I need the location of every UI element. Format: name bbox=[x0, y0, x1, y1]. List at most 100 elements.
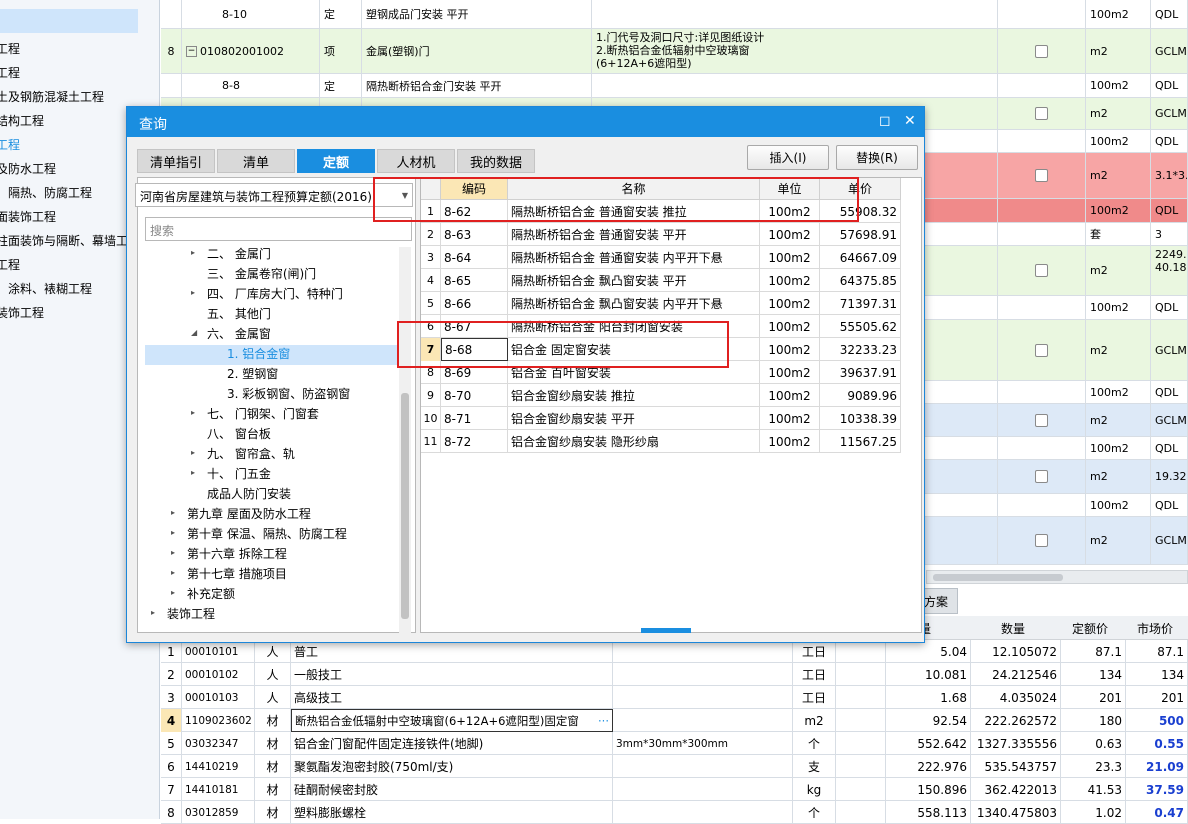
nav-item[interactable]: 工程 bbox=[0, 40, 20, 57]
nav-item[interactable]: 、涂料、裱糊工程 bbox=[0, 280, 92, 297]
resource-row[interactable]: 6 14410219 材 聚氨酯发泡密封胶(750ml/支) 支 222.976 535.5… bbox=[161, 755, 1188, 778]
bill-row[interactable]: 8-10 定 塑钢成品门安装 平开 100m2 QDL bbox=[161, 0, 1188, 29]
tree-node[interactable]: 2. 塑钢窗 bbox=[227, 365, 278, 382]
col-qty-header: 数量 bbox=[1001, 622, 1026, 636]
checkbox-cell bbox=[998, 320, 1086, 380]
expand-icon[interactable]: ◢ bbox=[191, 328, 197, 337]
replace-button[interactable]: 替换(R) bbox=[836, 145, 918, 170]
row-checkbox[interactable] bbox=[1035, 534, 1048, 547]
tab-labor-material[interactable]: 人材机 bbox=[377, 149, 455, 173]
nav-item[interactable]: 柱面装饰与隔断、幕墙工程 bbox=[0, 232, 140, 249]
expand-icon[interactable]: ▸ bbox=[171, 528, 175, 537]
resource-row[interactable]: 2 00010102 人 一般技工 工日 10.081 24.212546 134 134 bbox=[161, 663, 1188, 686]
row-checkbox[interactable] bbox=[1035, 470, 1048, 483]
insert-button[interactable]: 插入(I) bbox=[747, 145, 829, 170]
tree-node[interactable]: ▸ 第十七章 措施项目 bbox=[171, 565, 287, 582]
bill-row[interactable]: 8−010802001002 项金属(塑钢)门 1.门代号及洞口尺寸:详见图纸设计 … bbox=[161, 29, 1188, 74]
expand-icon[interactable]: ▸ bbox=[171, 548, 175, 557]
expand-icon[interactable]: ▸ bbox=[171, 568, 175, 577]
tree-node[interactable]: 三、 金属卷帘(闸)门 bbox=[207, 265, 316, 282]
quota-row[interactable]: 10 8-71 铝合金窗纱扇安装 平开 100m2 10338.39 bbox=[421, 407, 901, 430]
cell-n: 6 bbox=[161, 755, 182, 778]
cell-expr: GCLMX bbox=[1151, 29, 1188, 73]
checkbox-cell bbox=[998, 494, 1086, 516]
resource-row[interactable]: 7 14410181 材 硅酮耐候密封胶 kg 150.896 362.422013 41.5… bbox=[161, 778, 1188, 801]
nav-item[interactable]: 结构工程 bbox=[0, 112, 44, 129]
quota-row[interactable]: 5 8-66 隔热断桥铝合金 飘凸窗安装 内平开下悬 100m2 71397.31 bbox=[421, 292, 901, 315]
resource-row[interactable]: 8 03012859 材 塑料膨胀螺栓 个 558.113 1340.475803 1.02 0… bbox=[161, 801, 1188, 824]
close-icon[interactable]: ✕ bbox=[904, 113, 916, 129]
tree-node[interactable]: ▸ 装饰工程 bbox=[151, 605, 215, 622]
resource-row[interactable]: 5 03032347 材 铝合金门窗配件固定连接铁件(地脚) 3mm*30mm*300m… bbox=[161, 732, 1188, 755]
scroll-thumb[interactable] bbox=[401, 393, 409, 619]
tab-scheme[interactable]: 方案 bbox=[921, 588, 958, 614]
resource-row[interactable]: 4 1109023602 材断热铝合金低辐射中空玻璃窗(6+12A+6遮阳型)固定窗… bbox=[161, 709, 1188, 732]
collapse-icon[interactable]: − bbox=[186, 45, 197, 57]
row-checkbox[interactable] bbox=[1035, 413, 1048, 427]
quota-row[interactable]: 11 8-72 铝合金窗纱扇安装 隐形纱扇 100m2 11567.25 bbox=[421, 430, 901, 453]
row-checkbox[interactable] bbox=[1035, 169, 1048, 182]
quota-library-select[interactable]: 河南省房屋建筑与装饰工程预算定额(2016) ▼ bbox=[135, 183, 413, 207]
tree-node[interactable]: 五、 其他门 bbox=[207, 305, 271, 322]
expand-icon[interactable]: ▸ bbox=[191, 448, 195, 457]
tree-node[interactable]: ▸ 十、 门五金 bbox=[191, 465, 271, 482]
nav-item[interactable]: 及防水工程 bbox=[0, 160, 56, 177]
cell-n: 9 bbox=[421, 384, 441, 407]
quota-row[interactable]: 4 8-65 隔热断桥铝合金 飘凸窗安装 平开 100m2 64375.85 bbox=[421, 269, 901, 292]
expand-icon[interactable]: ▸ bbox=[171, 588, 175, 597]
quota-row[interactable]: 9 8-70 铝合金窗纱扇安装 推拉 100m2 9089.96 bbox=[421, 384, 901, 407]
row-checkbox[interactable] bbox=[1035, 107, 1048, 120]
expand-icon[interactable]: ▸ bbox=[171, 508, 175, 517]
tree-node[interactable]: 八、 窗台板 bbox=[207, 425, 271, 442]
tree-node[interactable]: 1. 铝合金窗 bbox=[227, 345, 290, 362]
bill-row[interactable]: 8-8 定 隔热断桥铝合金门安装 平开 100m2 QDL bbox=[161, 74, 1188, 98]
nav-item[interactable]: 、隔热、防腐工程 bbox=[0, 184, 92, 201]
tree-node[interactable]: ▸ 第九章 屋面及防水工程 bbox=[171, 505, 311, 522]
expand-icon[interactable]: ▸ bbox=[191, 288, 195, 297]
row-checkbox[interactable] bbox=[1035, 343, 1048, 357]
cell-text: 100m2 bbox=[768, 273, 811, 288]
quota-row[interactable]: 2 8-63 隔热断桥铝合金 普通窗安装 平开 100m2 57698.91 bbox=[421, 223, 901, 246]
horizontal-scrollbar[interactable] bbox=[926, 570, 1188, 584]
tree-node[interactable]: ▸ 七、 门钢架、门窗套 bbox=[191, 405, 319, 422]
maximize-icon[interactable]: ◻ bbox=[879, 113, 891, 129]
expand-icon[interactable]: ▸ bbox=[151, 608, 155, 617]
cell-code: 8-8 bbox=[182, 74, 320, 97]
tree-vertical-scrollbar[interactable] bbox=[399, 247, 411, 633]
tab-my-data[interactable]: 我的数据 bbox=[457, 149, 535, 173]
expand-icon[interactable]: ▸ bbox=[191, 248, 195, 257]
tree-node[interactable]: ▸ 补充定额 bbox=[171, 585, 235, 602]
search-input[interactable]: 搜索 bbox=[145, 217, 412, 241]
row-checkbox[interactable] bbox=[1035, 44, 1048, 58]
nav-item[interactable]: 工程 bbox=[0, 64, 20, 81]
tab-bill[interactable]: 清单 bbox=[217, 149, 295, 173]
cell-price: 57698.91 bbox=[820, 223, 901, 246]
resource-row[interactable]: 1 00010101 人 普工 工日 5.04 12.105072 87.1 87.1 bbox=[161, 640, 1188, 663]
resource-row[interactable]: 3 00010103 人 高级技工 工日 1.68 4.035024 201 201 bbox=[161, 686, 1188, 709]
more-icon[interactable]: ··· bbox=[598, 714, 609, 728]
row-checkbox[interactable] bbox=[1035, 264, 1048, 277]
nav-item[interactable]: 土及钢筋混凝土工程 bbox=[0, 88, 104, 105]
tree-node[interactable]: ▸ 第十六章 拆除工程 bbox=[171, 545, 287, 562]
tree-node[interactable]: ▸ 九、 窗帘盒、轨 bbox=[191, 445, 295, 462]
nav-item[interactable]: 工程 bbox=[0, 256, 20, 273]
tree-node[interactable]: ◢ 六、 金属窗 bbox=[191, 325, 271, 342]
scroll-thumb[interactable] bbox=[933, 574, 1063, 581]
tree-node[interactable]: ▸ 二、 金属门 bbox=[191, 245, 271, 262]
quota-row[interactable]: 3 8-64 隔热断桥铝合金 普通窗安装 内平开下悬 100m2 64667.09 bbox=[421, 246, 901, 269]
tree-node[interactable]: 成品人防门安装 bbox=[207, 485, 291, 502]
nav-item[interactable]: 面装饰工程 bbox=[0, 208, 56, 225]
cell-text: 4 bbox=[427, 274, 434, 287]
nav-item[interactable]: 工程 bbox=[0, 136, 20, 153]
tab-bill-guide[interactable]: 清单指引 bbox=[137, 149, 215, 173]
tab-quota[interactable]: 定额 bbox=[297, 149, 375, 173]
expand-icon[interactable]: ▸ bbox=[191, 408, 195, 417]
tree-node[interactable]: 3. 彩板钢窗、防盗钢窗 bbox=[227, 385, 350, 402]
tree-node-label: 第九章 屋面及防水工程 bbox=[187, 507, 311, 521]
grid-resize-handle[interactable] bbox=[641, 628, 691, 633]
expand-icon[interactable]: ▸ bbox=[191, 468, 195, 477]
cell-expr: QDL bbox=[1151, 437, 1188, 459]
tree-node[interactable]: ▸ 第十章 保温、隔热、防腐工程 bbox=[171, 525, 347, 542]
tree-node[interactable]: ▸ 四、 厂库房大门、特种门 bbox=[191, 285, 343, 302]
nav-item[interactable]: 装饰工程 bbox=[0, 304, 44, 321]
